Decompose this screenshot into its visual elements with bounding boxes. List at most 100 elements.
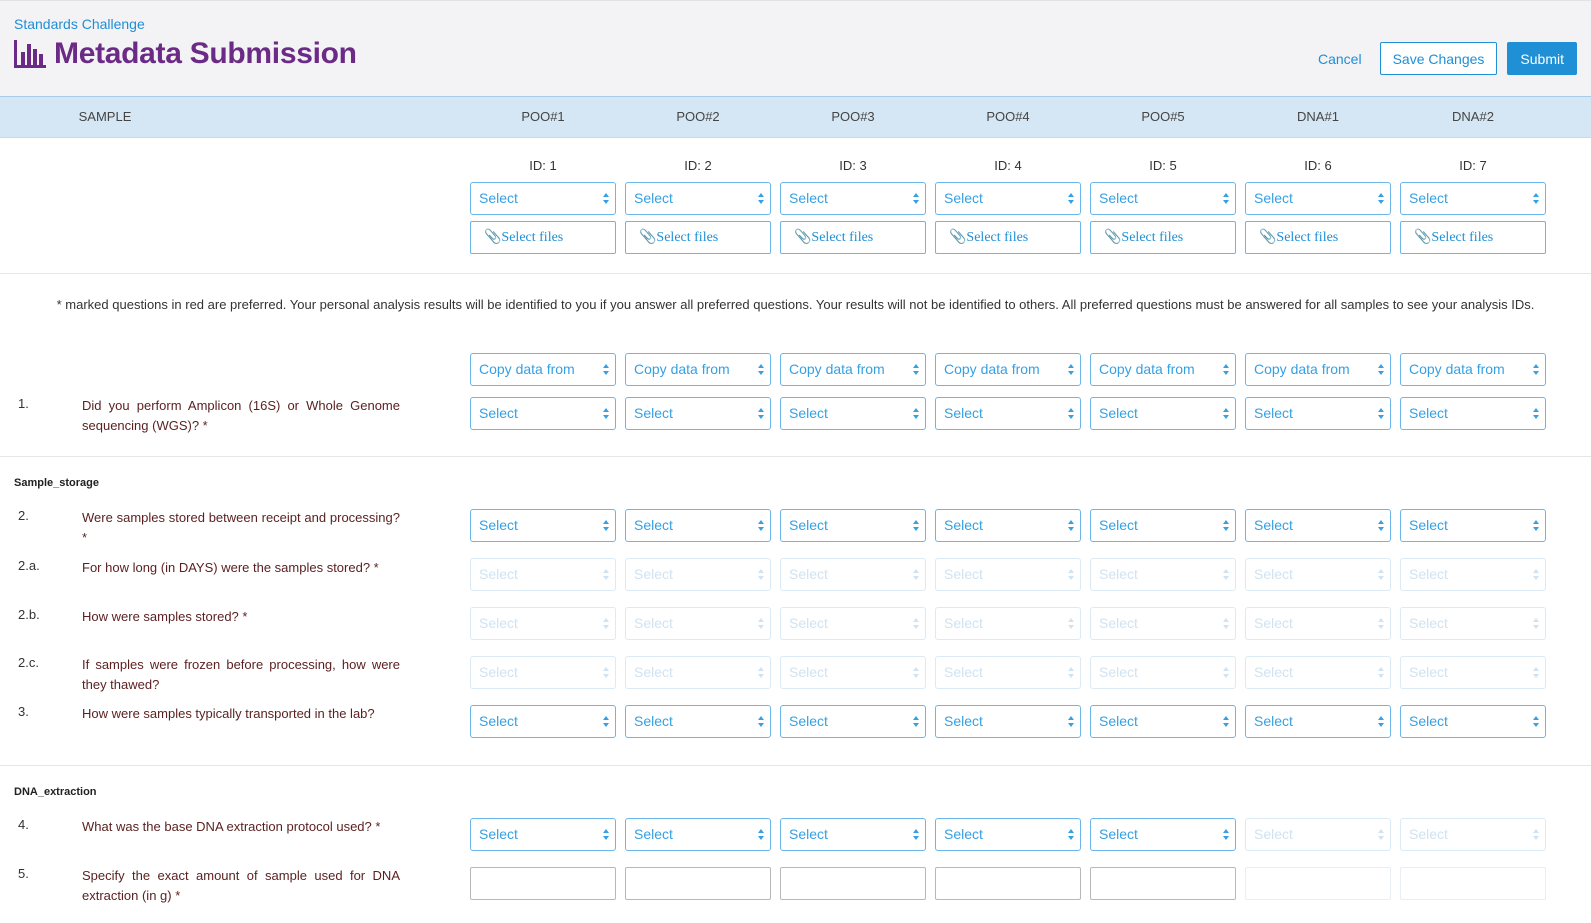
answer-text-field[interactable]: [935, 867, 1081, 900]
updown-arrow-icon: [1068, 666, 1076, 680]
answer-select[interactable]: Select: [935, 509, 1081, 542]
answer-text-field[interactable]: [1090, 867, 1236, 900]
updown-arrow-icon: [758, 192, 766, 206]
answer-select[interactable]: Select: [470, 705, 616, 738]
answer-select: Select: [625, 558, 771, 591]
question-number: 2.c.: [18, 655, 39, 670]
answer-text-field: [1400, 867, 1546, 900]
column-header-bar: SAMPLE POO#1 POO#2 POO#3 POO#4 POO#5 DNA#1 DNA…: [0, 96, 1591, 138]
updown-arrow-icon: [1223, 363, 1231, 377]
updown-arrow-icon: [1533, 828, 1541, 842]
answer-select[interactable]: Select: [935, 705, 1081, 738]
sample-type-select[interactable]: Select: [1090, 182, 1236, 215]
updown-arrow-icon: [1533, 568, 1541, 582]
answer-select[interactable]: Select: [1090, 818, 1236, 851]
sample-id-label: ID: 5: [1149, 158, 1177, 173]
sample-type-select[interactable]: Select: [470, 182, 616, 215]
answer-select[interactable]: Select: [935, 818, 1081, 851]
question-text: Specify the exact amount of sample used …: [82, 868, 400, 903]
answer-select[interactable]: Select: [1400, 705, 1546, 738]
answer-select[interactable]: Select: [780, 705, 926, 738]
answer-select[interactable]: Select: [625, 509, 771, 542]
page-header: Standards Challenge Metadata Submission …: [0, 0, 1591, 97]
save-changes-button[interactable]: Save Changes: [1379, 42, 1498, 75]
updown-arrow-icon: [603, 617, 611, 631]
copy-data-from-select[interactable]: Copy data from: [470, 353, 616, 386]
updown-arrow-icon: [1533, 407, 1541, 421]
breadcrumb[interactable]: Standards Challenge: [14, 16, 145, 32]
preferred-questions-note: * marked questions in red are preferred.…: [56, 297, 1535, 312]
select-value: Select: [944, 713, 983, 729]
answer-select[interactable]: Select: [780, 818, 926, 851]
select-files-button[interactable]: 📎Select files: [1245, 221, 1391, 254]
answer-select[interactable]: Select: [1245, 509, 1391, 542]
answer-select: Select: [470, 558, 616, 591]
sample-type-select[interactable]: Select: [935, 182, 1081, 215]
answer-select[interactable]: Select: [780, 397, 926, 430]
sample-id-label: ID: 6: [1304, 158, 1332, 173]
updown-arrow-icon: [1068, 568, 1076, 582]
answer-select: Select: [780, 607, 926, 640]
answer-select[interactable]: Select: [625, 397, 771, 430]
updown-arrow-icon: [603, 715, 611, 729]
answer-select[interactable]: Select: [780, 509, 926, 542]
sample-type-select[interactable]: Select: [1245, 182, 1391, 215]
select-value: Select: [1099, 664, 1138, 680]
updown-arrow-icon: [913, 568, 921, 582]
answer-select[interactable]: Select: [625, 818, 771, 851]
answer-select[interactable]: Select: [1090, 397, 1236, 430]
answer-select[interactable]: Select: [1245, 397, 1391, 430]
copy-data-from-select[interactable]: Copy data from: [1090, 353, 1236, 386]
select-files-button[interactable]: 📎Select files: [780, 221, 926, 254]
updown-arrow-icon: [1068, 519, 1076, 533]
answer-select[interactable]: Select: [1090, 509, 1236, 542]
submit-button[interactable]: Submit: [1507, 42, 1577, 75]
select-value: Select: [1409, 517, 1448, 533]
select-value: Select: [634, 190, 673, 206]
copy-data-from-select[interactable]: Copy data from: [1400, 353, 1546, 386]
select-files-button[interactable]: 📎Select files: [935, 221, 1081, 254]
select-value: Select: [1409, 190, 1448, 206]
question-text: Did you perform Amplicon (16S) or Whole …: [82, 398, 400, 433]
copy-data-from-select[interactable]: Copy data from: [625, 353, 771, 386]
answer-select[interactable]: Select: [625, 705, 771, 738]
question-number: 2.: [18, 508, 29, 523]
answer-select[interactable]: Select: [1400, 509, 1546, 542]
answer-select[interactable]: Select: [470, 818, 616, 851]
updown-arrow-icon: [1378, 666, 1386, 680]
select-value: Select: [944, 405, 983, 421]
answer-text-field[interactable]: [625, 867, 771, 900]
sample-type-select[interactable]: Select: [1400, 182, 1546, 215]
answer-select: Select: [1400, 607, 1546, 640]
updown-arrow-icon: [1223, 407, 1231, 421]
updown-arrow-icon: [913, 519, 921, 533]
answer-select[interactable]: Select: [470, 509, 616, 542]
select-files-button[interactable]: 📎Select files: [1090, 221, 1236, 254]
select-files-button[interactable]: 📎Select files: [470, 221, 616, 254]
select-value: Select: [1099, 615, 1138, 631]
page-title: Metadata Submission: [54, 37, 357, 70]
select-value: Copy data from: [634, 361, 730, 377]
copy-data-from-select[interactable]: Copy data from: [1245, 353, 1391, 386]
updown-arrow-icon: [913, 363, 921, 377]
cancel-button[interactable]: Cancel: [1318, 51, 1362, 67]
select-files-button[interactable]: 📎Select files: [1400, 221, 1546, 254]
copy-data-from-select[interactable]: Copy data from: [935, 353, 1081, 386]
answer-select[interactable]: Select: [935, 397, 1081, 430]
select-value: Select: [944, 517, 983, 533]
sample-type-select[interactable]: Select: [780, 182, 926, 215]
select-files-button[interactable]: 📎Select files: [625, 221, 771, 254]
question-text: For how long (in DAYS) were the samples …: [82, 560, 379, 575]
select-value: Select: [479, 517, 518, 533]
select-value: Select: [944, 190, 983, 206]
copy-data-from-select[interactable]: Copy data from: [780, 353, 926, 386]
select-value: Select: [634, 566, 673, 582]
sample-type-select[interactable]: Select: [625, 182, 771, 215]
answer-select[interactable]: Select: [470, 397, 616, 430]
updown-arrow-icon: [603, 407, 611, 421]
answer-select[interactable]: Select: [1090, 705, 1236, 738]
answer-text-field[interactable]: [780, 867, 926, 900]
answer-select[interactable]: Select: [1400, 397, 1546, 430]
answer-select[interactable]: Select: [1245, 705, 1391, 738]
answer-text-field[interactable]: [470, 867, 616, 900]
